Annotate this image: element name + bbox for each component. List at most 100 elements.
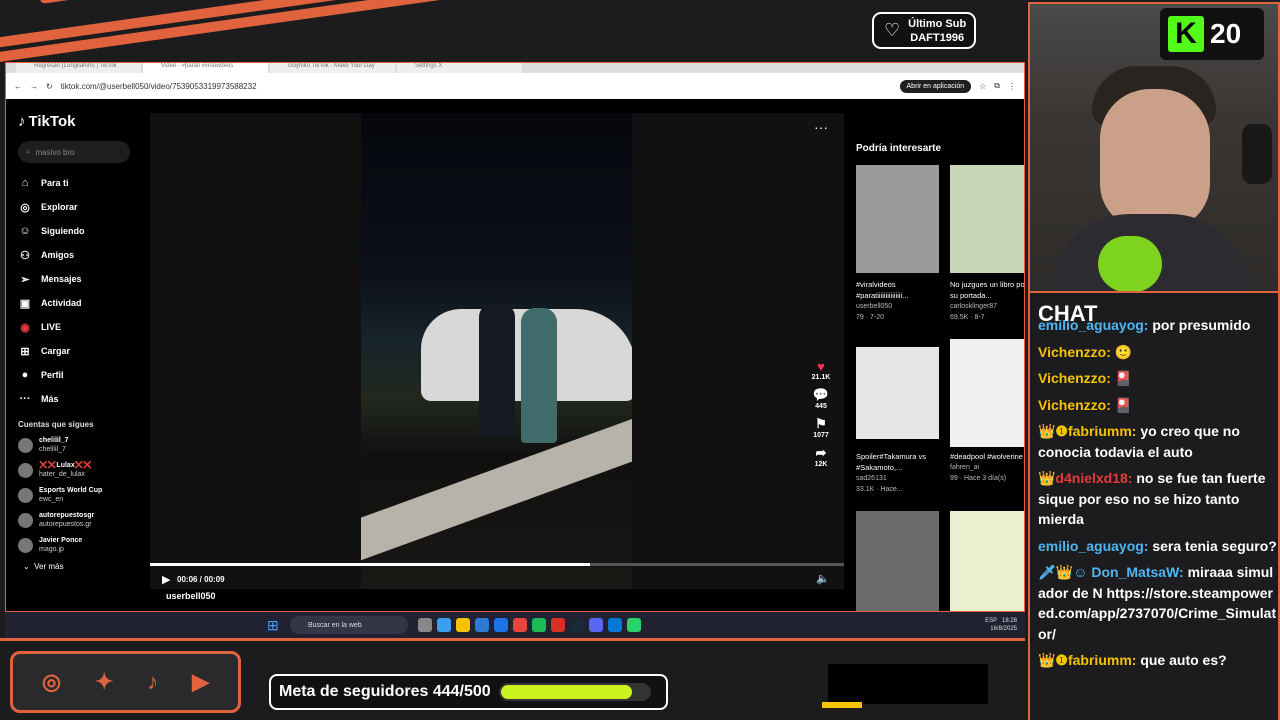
rec-thumbnail[interactable] <box>950 165 1024 273</box>
chat-messages: emilio_aguayog: por presumido Vichenzzo:… <box>1038 317 1278 677</box>
nav-item-para-ti[interactable]: ⌂ Para ti <box>18 171 134 195</box>
activity-icon: ▣ <box>19 297 31 310</box>
url-field[interactable]: tiktok.com/@userbell050/video/7539053319… <box>61 82 892 91</box>
rec-user[interactable]: sad26131 <box>856 473 939 484</box>
discord-icon[interactable] <box>589 618 603 632</box>
video-author[interactable]: userbell050 <box>166 591 216 601</box>
open-app-button[interactable]: Abrir en aplicación <box>899 79 972 93</box>
mail-icon[interactable] <box>494 618 508 632</box>
vscode-icon[interactable] <box>608 618 622 632</box>
browser-tab[interactable]: Goyhiko TikTok - Make Your Day <box>270 63 395 73</box>
edge-icon[interactable] <box>437 618 451 632</box>
explorer-icon[interactable] <box>456 618 470 632</box>
more-options-icon[interactable]: ··· <box>814 119 828 135</box>
followed-account[interactable]: ❌❌Lulax❌❌ hater_de_lulax <box>18 461 134 479</box>
video-player[interactable]: ··· ▶ 00:06 / 00:09 🔈 <box>150 113 844 589</box>
nav-label: Perfil <box>41 370 64 380</box>
rec-title[interactable]: #deadpool #wolverine <box>950 451 1024 462</box>
comment-icon: 💬 <box>812 387 830 402</box>
taskview-icon[interactable] <box>418 618 432 632</box>
chat-message: 🗡👑☺ Don_MatsaW: miraaa simulador de N ht… <box>1038 562 1278 644</box>
nav-item-mensajes[interactable]: ➢ Mensajes <box>18 267 134 291</box>
play-icon[interactable]: ▶ <box>162 573 170 586</box>
headphones <box>1242 124 1272 184</box>
nav-item-perfil[interactable]: ● Perfil <box>18 363 134 387</box>
browser-tab[interactable]: Video - #parati #viralvideos <box>143 63 268 73</box>
search-input[interactable]: ⌕ masivo bro <box>18 141 130 163</box>
extensions-icon[interactable]: ⧉ <box>994 81 1000 91</box>
rec-user[interactable]: carlosklinger87 <box>950 301 1024 312</box>
volume-icon[interactable]: 🔈 <box>816 572 830 585</box>
rec-user[interactable]: userbell050 <box>856 301 939 312</box>
share-button[interactable]: ➦ 12K <box>809 445 833 468</box>
back-icon[interactable]: ← <box>14 82 22 91</box>
browser-tab[interactable]: Regresan (Lungilahim) | TikTok <box>16 63 141 73</box>
save-button[interactable]: ⚑ 1077 <box>809 416 833 439</box>
rec-title[interactable]: No juzgues un libro por su portada... <box>950 279 1024 301</box>
video-frame[interactable] <box>361 113 632 589</box>
see-more-button[interactable]: ⌄ Ver más <box>18 562 134 571</box>
steam-icon[interactable] <box>570 618 584 632</box>
rec-stats: 33.1K · Hace... <box>856 486 903 493</box>
windows-start-icon[interactable]: ⊞ <box>267 617 279 634</box>
nav-label: Más <box>41 394 59 404</box>
chat-user: 👑d4nielxd18: <box>1038 470 1133 486</box>
account-name: Javier Ponce <box>39 537 83 544</box>
rec-stats: 99 · Hace 3 día(s) <box>950 475 1007 482</box>
taskbar-clock[interactable]: ESP 18:28 16/8/2025 <box>985 617 1017 633</box>
nav-label: Amigos <box>41 250 75 260</box>
recommendations: Podría interesarte #viralvideos #paratii… <box>856 99 1024 611</box>
store-icon[interactable] <box>475 618 489 632</box>
nav-label: Cargar <box>41 346 71 356</box>
nav-item-siguiendo[interactable]: ☺ Siguiendo <box>18 219 134 243</box>
rec-thumbnail[interactable] <box>856 165 939 273</box>
person <box>521 308 557 443</box>
compass-icon: ◎ <box>20 201 30 214</box>
followed-account[interactable]: autorepuestosgr autorepuestos.gr <box>18 511 134 529</box>
account-name: autorepuestosgr <box>39 512 95 519</box>
kick-viewer-count: K 20 <box>1160 8 1264 60</box>
last-sub-label: Último Sub <box>908 17 967 30</box>
kick-logo-icon: K <box>1168 16 1204 52</box>
rec-user[interactable]: fahren_ai <box>950 462 1024 473</box>
taskbar-search[interactable]: Buscar en la web <box>290 616 408 634</box>
nav-item-cargar[interactable]: ⊞ Cargar <box>18 339 134 363</box>
rec-title[interactable]: Spoiler#Takamura vs #Sakamoto,... <box>856 451 939 473</box>
nav-item-actividad[interactable]: ▣ Actividad <box>18 291 134 315</box>
comment-count: 445 <box>815 403 827 410</box>
nav-label: LIVE <box>41 322 62 332</box>
spotify-icon[interactable] <box>532 618 546 632</box>
star-icon[interactable]: ☆ <box>979 82 986 91</box>
nav-item-explorar[interactable]: ◎ Explorar <box>18 195 134 219</box>
tiktok-logo[interactable]: ♪ TikTok <box>18 113 134 130</box>
forward-icon[interactable]: → <box>30 82 38 91</box>
account-name: chelilil_7 <box>39 437 69 444</box>
rec-thumbnail[interactable] <box>856 511 939 611</box>
video-progress-bar[interactable] <box>150 563 844 566</box>
tiktok-icon: ♪ <box>147 669 159 694</box>
rec-thumbnail[interactable] <box>950 511 1024 611</box>
browser-tab[interactable]: Settings X <box>397 63 522 73</box>
whatsapp-icon[interactable] <box>627 618 641 632</box>
nav-item-live[interactable]: ◉ LIVE <box>18 315 134 339</box>
youtube-icon: ▶ <box>192 669 210 694</box>
chat-user: Vichenzzo: <box>1038 396 1111 413</box>
rec-thumbnail[interactable] <box>856 347 939 439</box>
recording-icon[interactable] <box>551 618 565 632</box>
rec-title[interactable]: #viralvideos #paratiiiiiiiiiiiiiii... <box>856 279 939 301</box>
followed-account[interactable]: Esports World Cup ewc_en <box>18 486 134 504</box>
followed-account[interactable]: Javier Ponce mago.jp <box>18 536 134 554</box>
chrome-icon[interactable] <box>513 618 527 632</box>
tiktok-page: ♪ TikTok ⌕ masivo bro ⌂ Para ti ◎ Explorar ☺… <box>6 99 1024 611</box>
rec-thumbnail[interactable] <box>950 339 1024 447</box>
comment-button[interactable]: 💬 445 <box>809 387 833 410</box>
reload-icon[interactable]: ↻ <box>46 82 53 91</box>
nav-item-mas[interactable]: ··· Más <box>18 387 134 411</box>
nav-label: Mensajes <box>41 274 82 284</box>
windows-taskbar: ⊞ Buscar en la web ESP 18:28 16/8/2025 <box>5 612 1025 638</box>
menu-icon[interactable]: ⋮ <box>1008 82 1016 91</box>
like-button[interactable]: ♥ 21.1K <box>809 359 833 381</box>
nav-item-amigos[interactable]: ⚇ Amigos <box>18 243 134 267</box>
followed-account[interactable]: chelilil_7 chelilil_7 <box>18 436 134 454</box>
chat-message: emilio_aguayog: por presumido <box>1038 315 1278 336</box>
